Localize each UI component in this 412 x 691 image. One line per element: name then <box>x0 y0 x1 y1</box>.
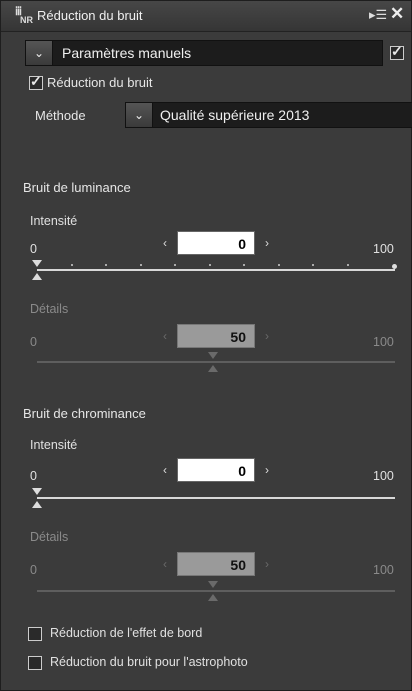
panel-title: Réduction du bruit <box>37 8 143 23</box>
luminance-intensity-min: 0 <box>30 242 37 256</box>
noise-reduction-panel: ⅲ NR Réduction du bruit ▸☰ ✕ ⌄ Paramètre… <box>0 0 412 691</box>
slider-tick <box>312 264 314 266</box>
slider-tick <box>174 264 176 266</box>
increase-arrow-icon: › <box>265 329 269 343</box>
astrophoto-label[interactable]: Réduction du bruit pour l'astrophoto <box>50 655 248 669</box>
slider-handle-top <box>208 352 218 359</box>
slider-track <box>37 361 395 363</box>
preset-dropdown[interactable]: ⌄ Paramètres manuels <box>25 40 383 66</box>
chrominance-details-min: 0 <box>30 563 37 577</box>
chrominance-intensity-input[interactable]: 0 <box>177 458 255 482</box>
slider-tick <box>105 264 107 266</box>
slider-handle-bottom <box>208 594 218 601</box>
luminance-section-title: Bruit de luminance <box>23 180 131 195</box>
noise-reduction-label[interactable]: Réduction du bruit <box>47 75 153 90</box>
slider-handle-bottom <box>208 365 218 372</box>
slider-handle-bottom[interactable] <box>32 501 42 508</box>
method-value: Qualité supérieure 2013 <box>160 107 310 123</box>
noise-reduction-icon: ⅲ NR <box>15 6 33 26</box>
chrominance-intensity-label: Intensité <box>30 438 78 452</box>
chrominance-intensity-min: 0 <box>30 469 37 483</box>
slider-tick <box>278 264 280 266</box>
luminance-intensity-label: Intensité <box>30 214 78 228</box>
slider-tick <box>71 264 73 266</box>
preset-value: Paramètres manuels <box>62 45 192 61</box>
slider-tick <box>209 264 211 266</box>
slider-tick <box>140 264 142 266</box>
method-label: Méthode <box>35 108 86 123</box>
method-dropdown[interactable]: ⌄ Qualité supérieure 2013 <box>125 102 412 128</box>
luminance-details-min: 0 <box>30 335 37 349</box>
preset-checkbox[interactable]: ✓ <box>390 43 404 60</box>
edge-noise-label[interactable]: Réduction de l'effet de bord <box>50 626 202 640</box>
slider-track <box>37 590 395 592</box>
chevron-down-icon[interactable]: ⌄ <box>126 103 153 127</box>
luminance-details-max: 100 <box>373 335 394 349</box>
panel-menu-icon[interactable]: ▸☰ <box>369 7 387 23</box>
slider-handle-top <box>208 581 218 588</box>
slider-end-dot <box>392 264 397 269</box>
slider-track[interactable] <box>37 269 395 271</box>
slider-tick <box>347 264 349 266</box>
slider-handle-top[interactable] <box>32 260 42 267</box>
increase-arrow-icon[interactable]: › <box>265 236 269 250</box>
close-icon[interactable]: ✕ <box>390 4 404 24</box>
slider-handle-top[interactable] <box>32 488 42 495</box>
decrease-arrow-icon[interactable]: ‹ <box>163 463 167 477</box>
chrominance-section-title: Bruit de chrominance <box>23 406 146 421</box>
slider-tick <box>243 264 245 266</box>
decrease-arrow-icon: ‹ <box>163 329 167 343</box>
increase-arrow-icon[interactable]: › <box>265 463 269 477</box>
luminance-intensity-input[interactable]: 0 <box>177 231 255 255</box>
slider-track[interactable] <box>37 497 395 499</box>
luminance-intensity-max: 100 <box>373 242 394 256</box>
checkmark-icon: ✓ <box>391 43 403 59</box>
edge-noise-checkbox[interactable] <box>28 627 42 641</box>
astrophoto-checkbox[interactable] <box>28 656 42 670</box>
panel-titlebar[interactable]: ⅲ NR Réduction du bruit ▸☰ ✕ <box>1 1 411 32</box>
chrominance-details-label: Détails <box>30 530 69 544</box>
noise-reduction-checkbox[interactable]: ✓ <box>29 73 43 90</box>
chrominance-details-max: 100 <box>373 563 394 577</box>
chrominance-details-input: 50 <box>177 552 255 576</box>
checkmark-icon: ✓ <box>30 73 42 89</box>
decrease-arrow-icon: ‹ <box>163 557 167 571</box>
decrease-arrow-icon[interactable]: ‹ <box>163 236 167 250</box>
slider-handle-bottom[interactable] <box>32 273 42 280</box>
luminance-details-label: Détails <box>30 302 69 316</box>
increase-arrow-icon: › <box>265 557 269 571</box>
luminance-details-input: 50 <box>177 324 255 348</box>
chrominance-intensity-max: 100 <box>373 469 394 483</box>
chevron-down-icon[interactable]: ⌄ <box>26 41 53 65</box>
